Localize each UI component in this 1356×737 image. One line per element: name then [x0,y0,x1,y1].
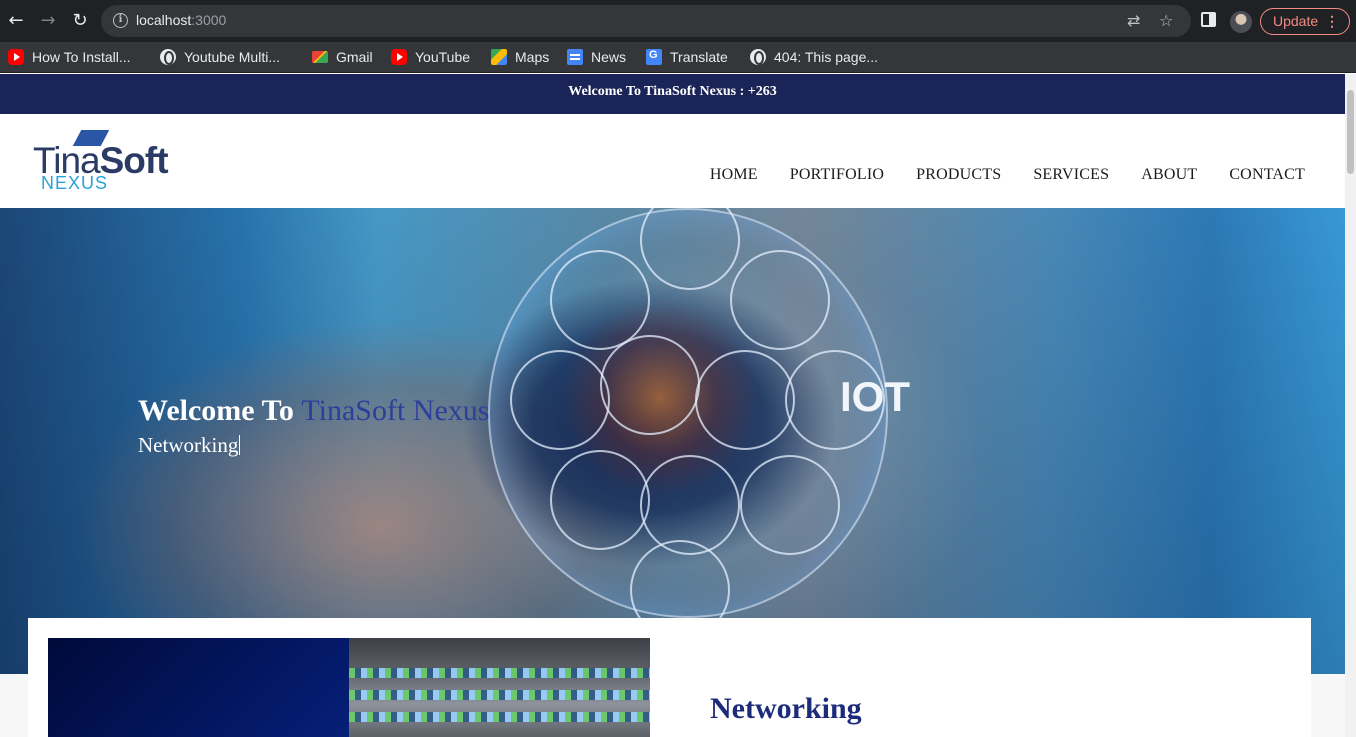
nav-home[interactable]: HOME [710,166,758,184]
tech-globe-image [488,208,888,640]
web-page: Welcome To TinaSoft Nexus : +263 TinaSof… [0,74,1345,737]
news-icon [567,49,583,65]
bookmark-item[interactable]: YouTube [391,46,470,68]
share-icon[interactable]: ⇄ [1127,11,1140,30]
nav-portfolio[interactable]: PORTIFOLIO [790,166,884,184]
profile-avatar[interactable] [1230,11,1252,33]
youtube-icon [391,49,407,65]
iot-label: IOT [840,373,910,420]
bookmark-item[interactable]: News [567,46,626,68]
welcome-topbar: Welcome To TinaSoft Nexus : +263 [0,74,1345,114]
network-image-dark [48,638,349,737]
update-button[interactable]: Update ⋮ [1260,8,1350,35]
address-bar[interactable]: i localhost:3000 ⇄ ☆ [101,5,1191,37]
network-switch-image [349,638,650,737]
translate-icon [646,49,662,65]
bookmarks-bar: How To Install... Youtube Multi... Gmail… [0,42,1356,73]
nav-products[interactable]: PRODUCTS [916,166,1001,184]
typing-caret [239,435,241,455]
logo-subtitle: NEXUS [41,173,109,193]
hero-typed-text: Networking [138,433,241,457]
site-info-icon[interactable]: i [113,13,128,28]
bookmark-star-icon[interactable]: ☆ [1159,11,1173,30]
bookmark-item[interactable]: Youtube Multi... [160,46,280,68]
forward-icon[interactable]: → [38,11,58,31]
reload-icon[interactable]: ↻ [70,11,90,31]
back-icon[interactable]: ← [6,11,26,31]
bookmark-item[interactable]: Maps [491,46,549,68]
maps-icon [491,49,507,65]
scroll-thumb[interactable] [1347,90,1354,174]
browser-toolbar: ← → ↻ i localhost:3000 ⇄ ☆ Update ⋮ [0,0,1356,42]
service-card: Networking [28,618,1311,737]
globe-icon [160,49,176,65]
bookmark-item[interactable]: 404: This page... [750,46,878,68]
url-text: localhost:3000 [136,12,227,28]
bookmark-item[interactable]: How To Install... [8,46,131,68]
site-logo[interactable]: TinaSoft NEXUS [33,130,169,194]
hero-banner: IOT Welcome To TinaSoft Nexus Networking [0,208,1345,674]
page-scrollbar[interactable] [1345,74,1356,737]
globe-icon [750,49,766,65]
nav-contact[interactable]: CONTACT [1229,166,1305,184]
hero-brand-name: TinaSoft Nexus [301,394,490,427]
bookmark-item[interactable]: Gmail [312,46,373,68]
site-header: TinaSoft NEXUS HOME PORTIFOLIO PRODUCTS … [0,114,1345,208]
side-panel-icon[interactable] [1201,12,1216,27]
bookmark-item[interactable]: Translate [646,46,728,68]
topbar-text: Welcome To TinaSoft Nexus : +263 [568,84,777,99]
menu-dots-icon: ⋮ [1325,13,1339,29]
gmail-icon [312,51,328,63]
main-nav: HOME PORTIFOLIO PRODUCTS SERVICES ABOUT … [678,166,1305,184]
section-title: Networking [710,692,862,725]
nav-about[interactable]: ABOUT [1141,166,1197,184]
hero-title: Welcome To TinaSoft Nexus [138,394,490,427]
nav-services[interactable]: SERVICES [1033,166,1109,184]
youtube-icon [8,49,24,65]
